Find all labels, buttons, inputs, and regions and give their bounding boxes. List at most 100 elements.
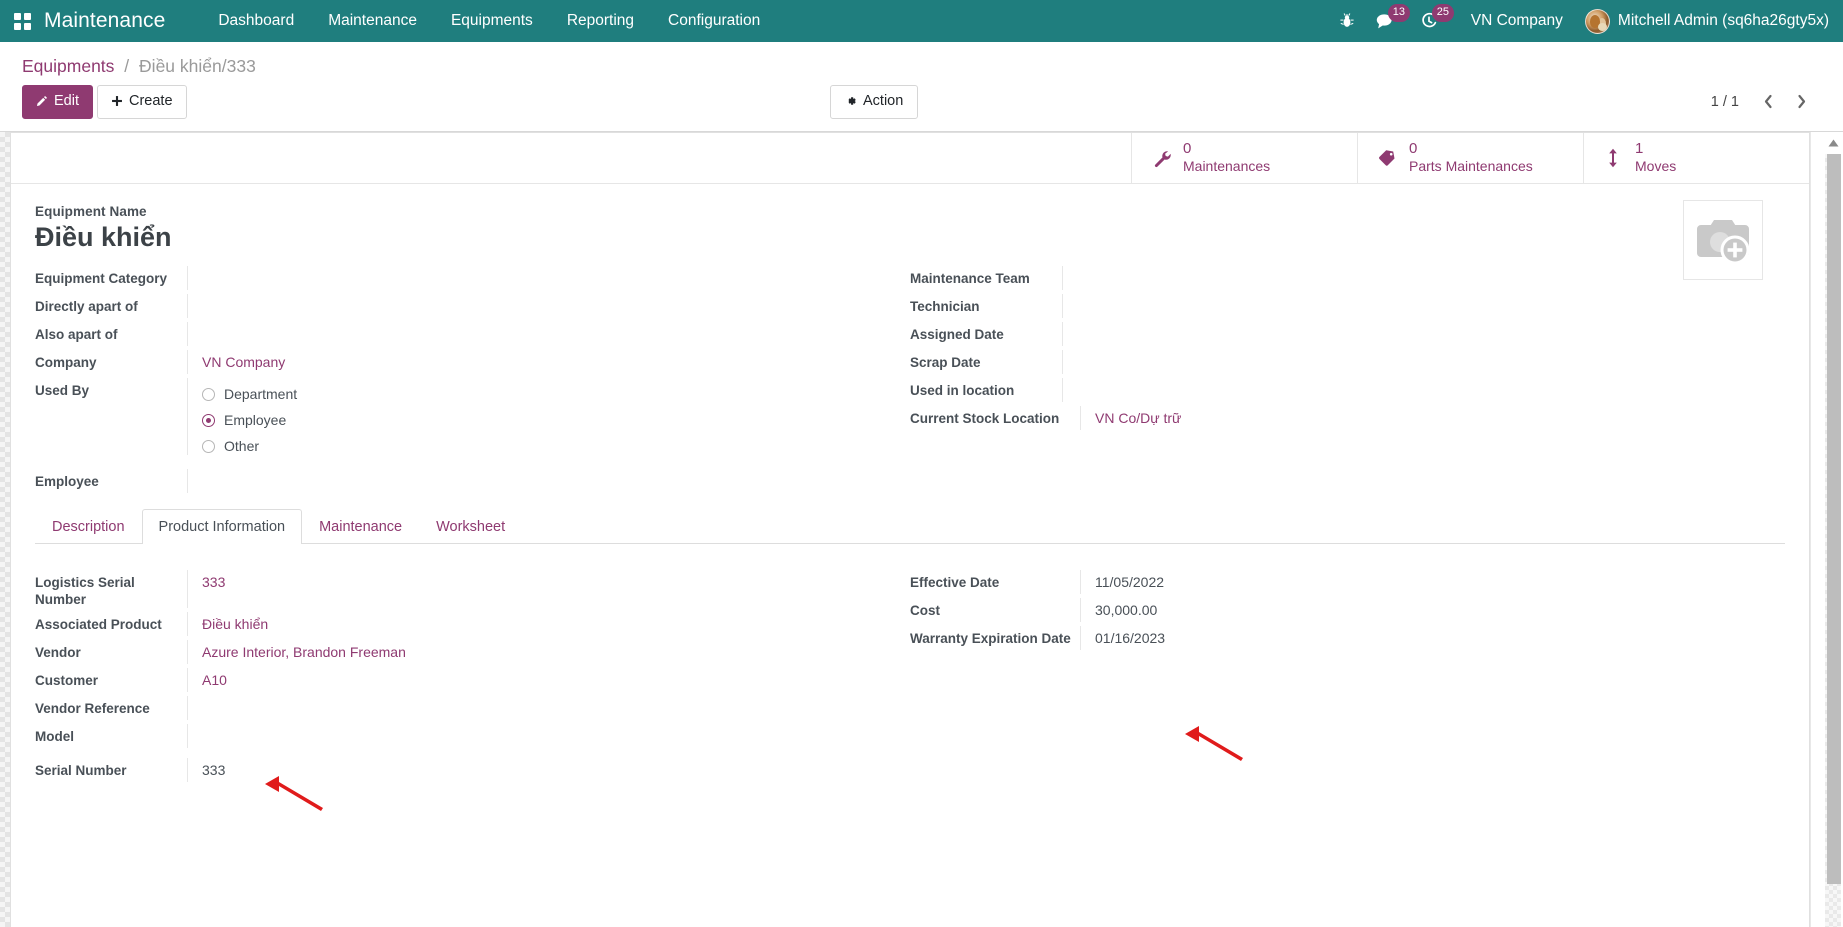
menu-item-reporting[interactable]: Reporting: [550, 0, 651, 42]
equipment-name-label: Equipment Name: [35, 204, 1785, 219]
tags-icon: [1376, 148, 1398, 168]
record-buttons: Edit Create: [22, 85, 187, 119]
breadcrumb-current-record: Điều khiển/333: [139, 56, 256, 76]
field-value-technician[interactable]: [1063, 294, 1759, 316]
field-current-stock-location: Current Stock Location VN Co/Dự trữ: [910, 404, 1759, 432]
notebook: Description Product Information Maintena…: [11, 495, 1809, 784]
control-panel: Equipments / Điều khiển/333 Edit Create: [0, 42, 1843, 132]
radio-option-department[interactable]: Department: [202, 385, 884, 403]
field-label: Logistics Serial Number: [35, 570, 187, 608]
field-value-maintenance-team[interactable]: [1063, 266, 1759, 288]
field-label: Equipment Category: [35, 266, 187, 287]
stat-label-parts-maintenances: Parts Maintenances: [1409, 158, 1533, 175]
menu-item-dashboard[interactable]: Dashboard: [201, 0, 311, 42]
field-value-directly-apart-of[interactable]: [188, 294, 884, 316]
field-label: Company: [35, 350, 187, 371]
field-value-vendor[interactable]: Azure Interior, Brandon Freeman: [188, 640, 884, 662]
field-serial-number: Serial Number 333: [35, 756, 884, 784]
field-value-serial-number[interactable]: 333: [188, 758, 884, 780]
stat-button-text: 1 Moves: [1635, 140, 1676, 174]
image-upload-placeholder[interactable]: [1683, 200, 1763, 280]
field-value-associated-product[interactable]: Điều khiển: [188, 612, 884, 634]
field-used-in-location: Used in location: [910, 376, 1759, 404]
field-label: Current Stock Location: [910, 406, 1080, 427]
field-value-current-stock-location[interactable]: VN Co/Dự trữ: [1081, 406, 1759, 428]
scroll-up-icon[interactable]: [1825, 135, 1841, 151]
stat-button-parts-maintenances[interactable]: 0 Parts Maintenances: [1357, 133, 1583, 183]
field-effective-date: Effective Date 11/05/2022: [910, 568, 1759, 596]
field-technician: Technician: [910, 292, 1759, 320]
app-brand-title: Maintenance: [44, 9, 201, 33]
field-value-model[interactable]: [188, 724, 884, 746]
bug-icon[interactable]: [1329, 0, 1365, 42]
menu-item-configuration[interactable]: Configuration: [651, 0, 777, 42]
pager-next-button[interactable]: [1788, 92, 1815, 111]
apps-grid-icon[interactable]: [0, 13, 44, 30]
field-company: Company VN Company: [35, 348, 884, 376]
pager: 1 / 1: [1711, 92, 1829, 111]
field-value-customer[interactable]: A10: [188, 668, 884, 690]
radio-indicator-selected: [202, 414, 215, 427]
field-employee: Employee: [35, 467, 884, 495]
scrollbar-thumb[interactable]: [1827, 154, 1841, 884]
radio-option-other[interactable]: Other: [202, 437, 884, 455]
activity-clock-icon[interactable]: 25: [1409, 0, 1449, 42]
field-warranty-expiration-date: Warranty Expiration Date 01/16/2023: [910, 624, 1759, 652]
create-button[interactable]: Create: [97, 85, 187, 119]
chevron-right-icon: [1795, 94, 1808, 109]
field-value-assigned-date[interactable]: [1063, 322, 1759, 344]
field-label: Directly apart of: [35, 294, 187, 315]
radio-option-employee[interactable]: Employee: [202, 411, 884, 429]
stat-button-maintenances[interactable]: 0 Maintenances: [1131, 133, 1357, 183]
radio-label: Department: [224, 385, 297, 403]
user-menu[interactable]: Mitchell Admin (sq6ha26gty5x): [1581, 9, 1829, 34]
field-model: Model: [35, 722, 884, 750]
field-value-company[interactable]: VN Company: [188, 350, 884, 372]
menu-item-maintenance[interactable]: Maintenance: [311, 0, 434, 42]
stat-button-moves[interactable]: 1 Moves: [1583, 133, 1809, 183]
field-value-used-in-location[interactable]: [1063, 378, 1759, 400]
vertical-scrollbar[interactable]: [1810, 132, 1843, 927]
messages-icon[interactable]: 13: [1365, 0, 1409, 42]
menu-item-equipments[interactable]: Equipments: [434, 0, 550, 42]
field-value-effective-date[interactable]: 11/05/2022: [1081, 570, 1759, 592]
tab-worksheet[interactable]: Worksheet: [419, 509, 522, 544]
product-info-left-column: Logistics Serial Number 333 Associated P…: [35, 568, 910, 784]
field-scrap-date: Scrap Date: [910, 348, 1759, 376]
field-value-cost[interactable]: 30,000.00: [1081, 598, 1759, 620]
stat-button-text: 0 Maintenances: [1183, 140, 1270, 174]
field-value-warranty-expiration-date[interactable]: 01/16/2023: [1081, 626, 1759, 648]
stat-value-maintenances: 0: [1183, 140, 1270, 158]
action-menu-wrapper: Action: [830, 85, 918, 119]
wrench-icon: [1150, 148, 1172, 168]
equipment-name-value[interactable]: Điều khiển: [35, 219, 1785, 255]
field-value-scrap-date[interactable]: [1063, 350, 1759, 372]
action-button[interactable]: Action: [830, 85, 918, 119]
tab-product-information[interactable]: Product Information: [142, 509, 303, 544]
field-value-logistics-serial-number[interactable]: 333: [188, 570, 884, 592]
field-equipment-category: Equipment Category: [35, 264, 884, 292]
product-info-right-column: Effective Date 11/05/2022 Cost 30,000.00…: [910, 568, 1785, 784]
avatar: [1585, 9, 1610, 34]
stat-label-moves: Moves: [1635, 158, 1676, 175]
company-switcher[interactable]: VN Company: [1449, 12, 1581, 30]
tab-description[interactable]: Description: [35, 509, 142, 544]
field-value-equipment-category[interactable]: [188, 266, 884, 288]
product-information-field-group: Logistics Serial Number 333 Associated P…: [35, 560, 1785, 784]
breadcrumb: Equipments / Điều khiển/333: [10, 42, 1833, 80]
field-vendor-reference: Vendor Reference: [35, 694, 884, 722]
form-content-area: 0 Maintenances 0 Parts Maintenances: [0, 132, 1843, 927]
field-vendor: Vendor Azure Interior, Brandon Freeman: [35, 638, 884, 666]
field-value-vendor-reference[interactable]: [188, 696, 884, 718]
form-sheet: 0 Maintenances 0 Parts Maintenances: [10, 132, 1810, 927]
edit-button[interactable]: Edit: [22, 85, 93, 119]
field-customer: Customer A10: [35, 666, 884, 694]
field-label: Serial Number: [35, 758, 187, 779]
field-label: Vendor: [35, 640, 187, 661]
tab-maintenance[interactable]: Maintenance: [302, 509, 419, 544]
breadcrumb-root-equipments[interactable]: Equipments: [22, 56, 114, 76]
radio-label: Employee: [224, 411, 286, 429]
field-value-also-apart-of[interactable]: [188, 322, 884, 344]
pager-previous-button[interactable]: [1755, 92, 1782, 111]
field-value-employee[interactable]: [188, 469, 884, 491]
